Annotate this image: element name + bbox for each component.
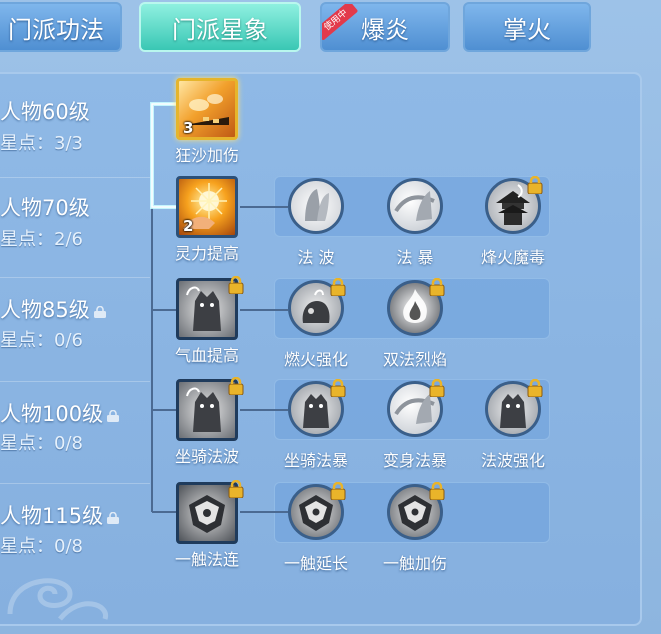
- star-points: 星点：0/8: [0, 536, 83, 557]
- skill-label: 灵力提高: [174, 244, 239, 263]
- lock-icon: [527, 379, 543, 397]
- skill-node[interactable]: 法 暴: [365, 178, 465, 278]
- level-title-text: 人物115级: [0, 504, 104, 528]
- lock-icon: [330, 278, 346, 296]
- skill-node[interactable]: 烽火魔毒: [463, 176, 563, 278]
- magic-wave-icon: [288, 178, 344, 234]
- lock-icon: [429, 482, 445, 500]
- skill-node[interactable]: 坐骑法波: [157, 377, 257, 479]
- level-row-60: 人物60级 星点：3/3: [0, 78, 150, 178]
- lock-icon: [107, 512, 120, 524]
- tab-label: 门派星象: [172, 15, 268, 44]
- level-title: 人物60级: [0, 100, 90, 124]
- lock-icon: [228, 480, 244, 498]
- skill-node[interactable]: 气血提高: [157, 276, 257, 378]
- lock-icon: [527, 176, 543, 194]
- magic-crit-icon: [387, 178, 443, 234]
- skill-node[interactable]: 法 波: [266, 178, 366, 278]
- tab-bar: 门派功法 门派星象 使用中 爆炎 掌火: [0, 0, 661, 60]
- skill-label: 一触延长: [283, 554, 348, 573]
- tab-label: 掌火: [503, 15, 551, 44]
- lock-icon: [228, 377, 244, 395]
- skill-label: 法 波: [297, 248, 335, 267]
- sandstorm-icon: 3: [176, 78, 238, 140]
- skill-node[interactable]: 一触加伤: [365, 482, 465, 584]
- tab-palm-fire[interactable]: 掌火: [463, 2, 591, 52]
- skill-label: 一触加伤: [382, 554, 447, 573]
- skill-node[interactable]: 2 灵力提高: [157, 176, 257, 276]
- tab-explosive-flame[interactable]: 使用中 爆炎: [320, 2, 450, 52]
- level-row-85: 人物85级 星点：0/6: [0, 278, 150, 382]
- level-title: 人物100级: [0, 398, 121, 428]
- skill-label: 法 暴: [396, 248, 434, 267]
- level-title: 人物70级: [0, 196, 90, 220]
- level-title: 人物85级: [0, 294, 108, 324]
- skill-label: 一触法连: [174, 550, 239, 569]
- tab-label: 门派功法: [8, 15, 104, 44]
- skill-label: 变身法暴: [382, 451, 447, 470]
- skill-node[interactable]: 一触法连: [157, 480, 257, 582]
- star-points: 星点：3/3: [0, 133, 83, 154]
- skill-node[interactable]: 燃火强化: [266, 278, 366, 380]
- tab-sect-astrology[interactable]: 门派星象: [139, 2, 301, 52]
- skill-node[interactable]: 变身法暴: [365, 379, 465, 481]
- star-points: 星点：0/8: [0, 433, 83, 454]
- star-points: 星点：0/6: [0, 330, 83, 351]
- skill-node[interactable]: 一触延长: [266, 482, 366, 584]
- level-title: 人物115级: [0, 500, 121, 530]
- level-row-115: 人物115级 星点：0/8: [0, 484, 150, 584]
- spirit-hand-icon: 2: [176, 176, 238, 238]
- lock-icon: [330, 482, 346, 500]
- star-points: 星点：2/6: [0, 229, 83, 250]
- level-row-100: 人物100级 星点：0/8: [0, 382, 150, 484]
- lock-icon: [93, 306, 106, 318]
- skill-label: 气血提高: [174, 346, 239, 365]
- level-title-text: 人物100级: [0, 402, 104, 426]
- skill-label: 法波强化: [480, 451, 545, 470]
- skill-level-count: 2: [183, 217, 194, 235]
- tab-sect-skills[interactable]: 门派功法: [0, 2, 122, 52]
- skill-node[interactable]: 双法烈焰: [365, 278, 465, 380]
- skill-label: 燃火强化: [283, 350, 348, 369]
- skill-label: 烽火魔毒: [480, 248, 545, 267]
- skill-node[interactable]: 法波强化: [463, 379, 563, 481]
- lock-icon: [429, 278, 445, 296]
- in-use-badge: 使用中: [322, 4, 359, 41]
- skill-node[interactable]: 3 狂沙加伤: [157, 78, 257, 178]
- skill-label: 双法烈焰: [382, 350, 447, 369]
- tab-label: 爆炎: [361, 15, 409, 44]
- skill-label: 坐骑法暴: [283, 451, 348, 470]
- lock-icon: [429, 379, 445, 397]
- skill-label: 狂沙加伤: [174, 146, 239, 165]
- skill-level-count: 3: [183, 119, 194, 137]
- level-title-text: 人物85级: [0, 298, 90, 322]
- level-row-70: 人物70级 星点：2/6: [0, 178, 150, 278]
- lock-icon: [107, 410, 120, 422]
- skill-label: 坐骑法波: [174, 447, 239, 466]
- lock-icon: [228, 276, 244, 294]
- skill-node[interactable]: 坐骑法暴: [266, 379, 366, 481]
- lock-icon: [330, 379, 346, 397]
